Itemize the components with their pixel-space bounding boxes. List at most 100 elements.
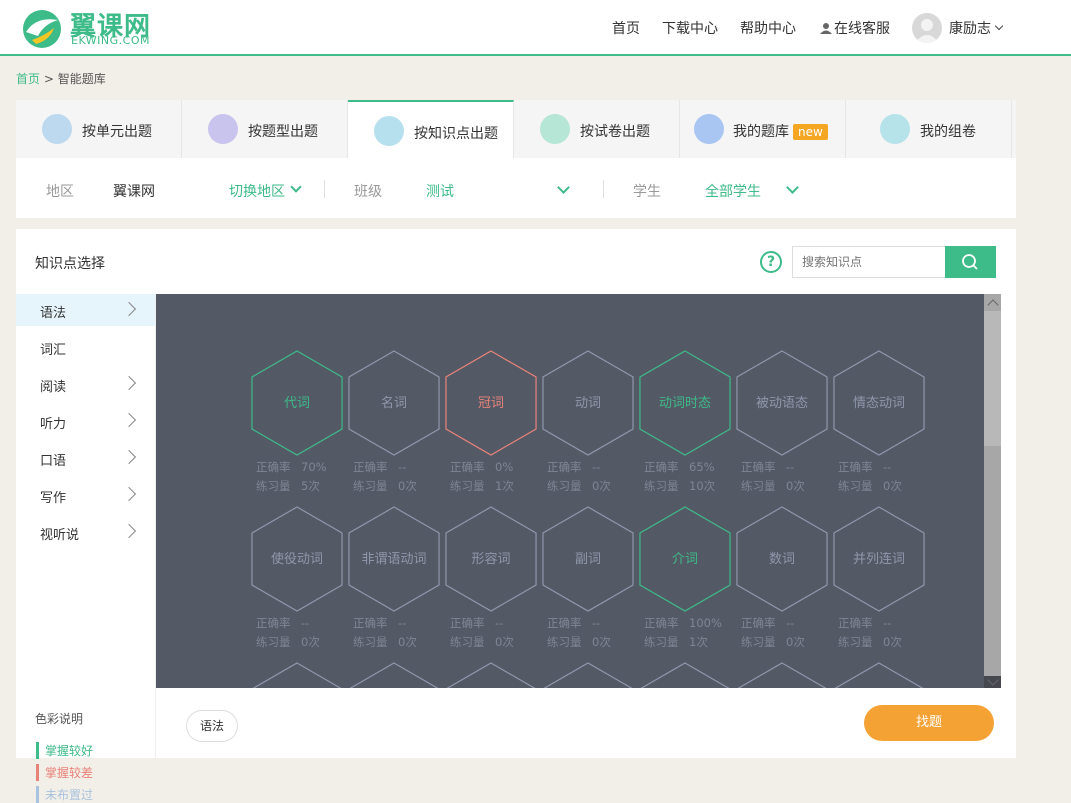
region-label: 地区 [46, 184, 74, 200]
sidebar-item-listening[interactable]: 听力 [16, 405, 155, 437]
sidebar-item-writing[interactable]: 写作 [16, 479, 155, 511]
nav-home[interactable]: 首页 [612, 18, 640, 38]
knowledge-point-name: 使役动词 [271, 551, 323, 567]
tab-by-paper[interactable]: 按试卷出题 [514, 100, 680, 158]
accuracy-value: -- [592, 460, 600, 474]
knowledge-point-name: 非谓语动词 [361, 552, 426, 567]
practice-count-label: 练习量 [450, 635, 485, 649]
practice-count-label: 练习量 [644, 635, 679, 649]
help-icon[interactable]: ? [760, 251, 782, 273]
sidebar-item-vocabulary[interactable]: 词汇 [16, 331, 155, 363]
accuracy-value: -- [398, 616, 406, 630]
knowledge-point-2[interactable]: 名词正确率 -- 练习量 0次 [348, 350, 440, 493]
knowledge-point-name: 冠词 [478, 396, 504, 411]
student-select[interactable]: 全部学生 [705, 181, 761, 201]
sidebar-item-reading[interactable]: 阅读 [16, 368, 155, 400]
scrollbar-thumb[interactable] [984, 446, 1001, 676]
user-avatar[interactable] [912, 13, 942, 43]
class-select[interactable]: 测试 [426, 181, 454, 201]
brand-subtitle: EKWING.COM [71, 34, 150, 47]
knowledge-point-1[interactable]: 代词正确率 70% 练习量 5次 [251, 350, 343, 493]
chevron-right-icon [121, 449, 137, 465]
hexagon-shape-partial [349, 662, 439, 688]
breadcrumb-separator: > [43, 72, 54, 86]
legend-good: 掌握较好 [36, 742, 93, 759]
knowledge-point-name: 名词 [381, 395, 407, 411]
knowledge-point-13[interactable]: 数词正确率 -- 练习量 0次 [736, 506, 828, 649]
student-chevron-down-icon[interactable] [786, 181, 799, 194]
tab-label: 我的题库 [733, 124, 789, 140]
tab-by-unit[interactable]: 按单元出题 [16, 100, 182, 158]
knowledge-search-input[interactable] [792, 246, 946, 278]
nav-online-service[interactable]: 在线客服 [834, 18, 890, 38]
sidebar-item-speaking[interactable]: 口语 [16, 442, 155, 474]
tab-label: 按试卷出题 [580, 124, 650, 140]
paper-icon [540, 114, 570, 144]
divider [324, 180, 325, 198]
knowledge-point-9[interactable]: 非谓语动词正确率 -- 练习量 0次 [348, 506, 440, 649]
user-menu-chevron-icon[interactable] [994, 21, 1004, 31]
search-button[interactable] [945, 246, 996, 278]
knowledge-point-board: 代词 正确率 70% 练习量 5次 名词 正确率 -- 练习量 0次 冠词 正确率 0% 练习量 1次 动词正… [156, 294, 1001, 688]
switch-region-link[interactable]: 切换地区 [229, 181, 285, 201]
knowledge-point-3[interactable]: 冠词正确率 0% 练习量 1次 [445, 350, 537, 493]
practice-count-value: 0次 [883, 479, 902, 493]
accuracy-label: 正确率 [741, 616, 776, 630]
knowledge-point-12[interactable]: 介词正确率 100% 练习量 1次 [639, 506, 731, 649]
practice-count-label: 练习量 [256, 479, 291, 493]
accuracy-label: 正确率 [450, 616, 485, 630]
panel-title: 知识点选择 [35, 256, 105, 272]
accuracy-value: -- [883, 616, 891, 630]
legend-poor: 掌握较差 [36, 764, 93, 781]
tab-my-papers[interactable]: 我的组卷 [846, 100, 1012, 158]
practice-count-value: 0次 [592, 479, 611, 493]
accuracy-value: -- [786, 460, 794, 474]
scrollbar-upper-region[interactable] [984, 311, 1001, 446]
knowledge-point-8[interactable]: 使役动词正确率 -- 练习量 0次 [251, 506, 343, 649]
knowledge-point-6[interactable]: 被动语态正确率 -- 练习量 0次 [736, 350, 828, 493]
tab-by-question-type[interactable]: 按题型出题 [182, 100, 348, 158]
hexagon-shape-partial [834, 662, 924, 688]
sidebar-label: 语法 [40, 306, 67, 321]
knowledge-point-14[interactable]: 并列连词正确率 -- 练习量 0次 [833, 506, 925, 649]
knowledge-point-10[interactable]: 形容词正确率 -- 练习量 0次 [445, 506, 537, 649]
knowledge-point-5[interactable]: 动词时态正确率 65% 练习量 10次 [639, 350, 731, 493]
accuracy-label: 正确率 [353, 460, 388, 474]
accuracy-label: 正确率 [256, 460, 291, 474]
region-chevron-down-icon[interactable] [290, 181, 302, 193]
class-chevron-down-icon[interactable] [557, 181, 570, 194]
accuracy-value: -- [398, 460, 406, 474]
mode-tabs: 按单元出题 按题型出题 按知识点出题 按试卷出题 我的题库 new 我的组卷 [16, 100, 1016, 159]
sidebar-item-audiovisual[interactable]: 视听说 [16, 516, 155, 548]
practice-count-label: 练习量 [547, 479, 582, 493]
tab-label-wrap: 我的题库 new [733, 121, 828, 141]
accuracy-label: 正确率 [741, 460, 776, 474]
customer-service-icon [820, 23, 832, 34]
accuracy-label: 正确率 [450, 460, 485, 474]
find-questions-button[interactable]: 找题 [864, 705, 994, 741]
tab-my-question-bank[interactable]: 我的题库 new [680, 100, 846, 158]
breadcrumb-home-link[interactable]: 首页 [16, 72, 40, 86]
practice-count-value: 0次 [398, 479, 417, 493]
nav-help-center[interactable]: 帮助中心 [740, 18, 796, 38]
knowledge-point-name: 被动语态 [756, 396, 808, 411]
knowledge-point-7[interactable]: 情态动词正确率 -- 练习量 0次 [833, 350, 925, 493]
sidebar-label: 词汇 [40, 343, 67, 358]
user-name[interactable]: 康励志 [949, 18, 991, 38]
selected-tag-grammar[interactable]: 语法 [186, 710, 238, 742]
knowledge-point-11[interactable]: 副词正确率 -- 练习量 0次 [542, 506, 634, 649]
nav-download-center[interactable]: 下载中心 [662, 18, 718, 38]
tab-by-knowledge-point[interactable]: 按知识点出题 [348, 100, 514, 159]
practice-count-label: 练习量 [256, 635, 291, 649]
accuracy-label: 正确率 [353, 616, 388, 630]
chevron-right-icon [121, 412, 137, 428]
knowledge-point-name: 介词 [672, 552, 698, 567]
sidebar-item-grammar[interactable]: 语法 [16, 294, 155, 326]
knowledge-point-4[interactable]: 动词正确率 -- 练习量 0次 [542, 350, 634, 493]
accuracy-label: 正确率 [838, 460, 873, 474]
practice-count-value: 0次 [883, 635, 902, 649]
sidebar-label: 视听说 [40, 528, 80, 543]
accuracy-value: 65% [689, 460, 715, 474]
sidebar-label: 阅读 [40, 380, 67, 395]
chevron-right-icon [121, 523, 137, 539]
